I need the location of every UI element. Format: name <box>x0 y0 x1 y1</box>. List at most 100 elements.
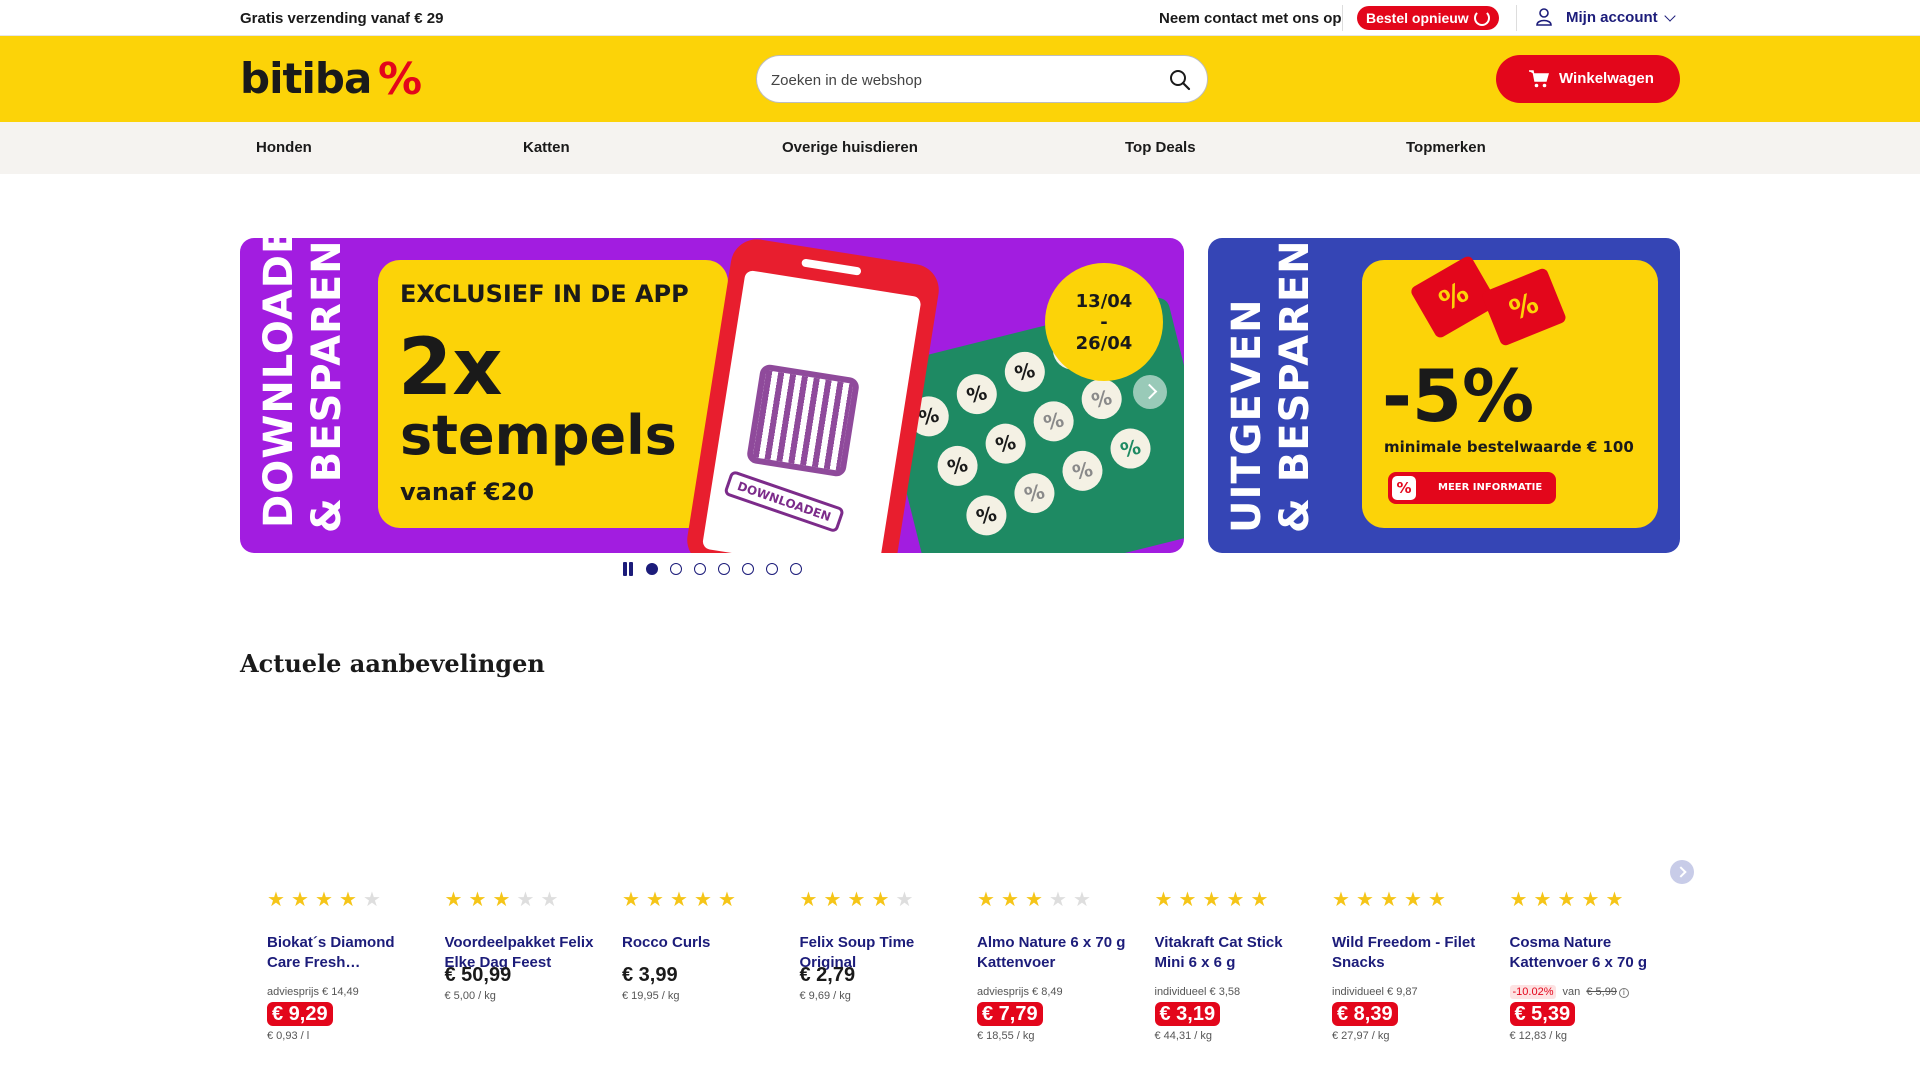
nav-item-honden[interactable]: Honden <box>256 139 312 156</box>
product-card[interactable]: ★ ★ ★ ★ ★ Felix Soup Time Original € 2,79 € 9,6… <box>800 700 964 1060</box>
reference-price: individueel € 9,87 <box>1332 986 1418 998</box>
more-info-button[interactable]: % MEER INFORMATIE <box>1388 472 1556 504</box>
star-icon: ★ <box>895 889 914 911</box>
product-name[interactable]: Cosma Nature Kattenvoer 6 x 70 g <box>1510 933 1660 973</box>
product-card[interactable]: ★ ★ ★ ★ ★ Voordeelpakket Felix Elke Dag Feest… <box>445 700 609 1060</box>
product-card[interactable]: ★ ★ ★ ★ ★ Wild Freedom - Filet Snacks individu… <box>1332 700 1496 1060</box>
percent-tag-icon: % <box>1480 267 1568 347</box>
cart-icon <box>1529 70 1549 88</box>
search-input[interactable] <box>771 69 1151 91</box>
star-icon: ★ <box>468 889 487 911</box>
banner-next-arrow-icon[interactable] <box>1133 375 1167 409</box>
unit-price: € 12,83 / kg <box>1509 1030 1568 1042</box>
star-icon: ★ <box>1605 889 1624 911</box>
star-icon: ★ <box>291 889 309 911</box>
star-icon: ★ <box>1250 889 1269 911</box>
sale-price-badge: € 5,39 <box>1509 1002 1576 1026</box>
product-card[interactable]: ★ ★ ★ ★ ★ Rocco Curls € 3,99 € 19,95 / kg <box>622 700 786 1060</box>
product-name[interactable]: Vitakraft Cat Stick Mini 6 x 6 g <box>1155 933 1305 973</box>
product-card[interactable]: ★ ★ ★ ★ ★ Almo Nature 6 x 70 g Kattenvoer advi… <box>977 700 1141 1060</box>
unit-price: € 27,97 / kg <box>1332 1030 1390 1042</box>
chevron-down-icon <box>1664 10 1676 22</box>
star-icon: ★ <box>1178 889 1197 911</box>
divider <box>1516 5 1517 31</box>
product-image[interactable] <box>1332 700 1496 880</box>
category-nav: Honden Katten Overige huisdieren Top Dea… <box>0 122 1920 174</box>
star-icon: ★ <box>1226 889 1245 911</box>
nav-item-topmerken[interactable]: Topmerken <box>1406 139 1486 156</box>
chevron-right-icon[interactable] <box>1670 860 1694 884</box>
sale-price-badge: € 8,39 <box>1332 1002 1398 1026</box>
search-icon[interactable] <box>1169 69 1191 91</box>
carousel-dot[interactable] <box>766 563 778 575</box>
banner-kicker: EXCLUSIEF IN DE APP <box>400 280 689 308</box>
qr-code-icon <box>745 363 861 478</box>
nav-item-top-deals[interactable]: Top Deals <box>1125 139 1196 156</box>
star-icon: ★ <box>1001 889 1019 911</box>
pause-icon[interactable] <box>622 562 634 576</box>
bitiba-logo[interactable]: bitiba % <box>240 54 422 105</box>
star-icon: ★ <box>315 889 333 911</box>
star-icon: ★ <box>718 889 736 911</box>
banner-side-text: UITGEVEN <box>1224 298 1270 533</box>
star-icon: ★ <box>622 889 640 911</box>
unit-price: € 0,93 / l <box>267 1030 310 1042</box>
reorder-button[interactable]: Bestel opnieuw <box>1357 6 1499 30</box>
carousel-dot[interactable] <box>742 563 754 575</box>
product-card[interactable]: ★ ★ ★ ★ ★ Cosma Nature Kattenvoer 6 x 70 g -10… <box>1509 700 1674 1060</box>
product-price: € 3,99 <box>622 964 678 986</box>
info-icon[interactable]: i <box>1618 988 1629 998</box>
product-image[interactable] <box>445 700 609 880</box>
nav-item-katten[interactable]: Katten <box>523 139 570 156</box>
product-image[interactable] <box>267 700 431 880</box>
product-image[interactable] <box>622 700 786 880</box>
star-icon: ★ <box>1581 889 1600 911</box>
star-icon: ★ <box>1202 889 1221 911</box>
stamp-token: % <box>1029 397 1078 446</box>
product-image[interactable] <box>1155 700 1319 880</box>
star-icon: ★ <box>1154 889 1173 911</box>
cart-button[interactable]: Winkelwagen <box>1496 55 1680 103</box>
product-image[interactable] <box>977 700 1141 880</box>
reference-price: -10.02% van € 5,99 i <box>1509 985 1629 999</box>
carousel-dot[interactable] <box>670 563 682 575</box>
star-icon: ★ <box>1073 889 1091 911</box>
star-icon: ★ <box>1533 889 1552 911</box>
price-tag-illustration: % % <box>1409 246 1568 356</box>
product-price: € 2,79 <box>799 964 856 986</box>
product-name[interactable]: Rocco Curls <box>622 933 772 953</box>
star-icon: ★ <box>1509 889 1528 911</box>
nav-item-overige-huisdieren[interactable]: Overige huisdieren <box>782 139 918 156</box>
banner-headline-2: stempels <box>400 404 677 467</box>
more-info-label: MEER INFORMATIE <box>1438 482 1543 493</box>
contact-link[interactable]: Neem contact met ons op <box>1159 10 1342 27</box>
star-icon: ★ <box>646 889 664 911</box>
banner-subline: vanaf €20 <box>400 478 535 506</box>
product-card[interactable]: ★ ★ ★ ★ ★ Biokat´s Diamond Care Fresh… adviesp… <box>267 700 431 1060</box>
carousel-dot[interactable] <box>694 563 706 575</box>
sale-price-badge: € 9,29 <box>267 1002 333 1026</box>
product-card[interactable]: ★ ★ ★ ★ ★ Vitakraft Cat Stick Mini 6 x 6 g ind… <box>1154 700 1319 1060</box>
product-name[interactable]: Almo Nature 6 x 70 g Kattenvoer <box>977 933 1127 973</box>
date-badge: 13/04 - 26/04 <box>1045 263 1163 381</box>
carousel-dot[interactable] <box>790 563 802 575</box>
product-name[interactable]: Biokat´s Diamond Care Fresh… <box>267 933 417 973</box>
product-image[interactable] <box>800 700 964 880</box>
stamp-token: % <box>981 419 1030 468</box>
unit-price: € 18,55 / kg <box>977 1030 1035 1042</box>
stamp-token: % <box>1058 446 1107 496</box>
spend-save-banner[interactable]: UITGEVEN & BESPAREN % % -5% minimale bes… <box>1208 238 1680 553</box>
carousel-dot[interactable] <box>718 563 730 575</box>
star-icon: ★ <box>823 889 842 911</box>
star-icon: ★ <box>1025 889 1043 911</box>
carousel-dot[interactable] <box>646 563 658 575</box>
stamp-token: % <box>1010 468 1059 518</box>
free-shipping-notice: Gratis verzending vanaf € 29 <box>240 10 444 27</box>
star-icon: ★ <box>1404 889 1422 911</box>
star-icon: ★ <box>267 889 285 911</box>
product-name[interactable]: Wild Freedom - Filet Snacks <box>1332 933 1482 973</box>
header: bitiba % Winkelwagen <box>0 36 1920 122</box>
star-icon: ★ <box>871 889 890 911</box>
app-promo-banner[interactable]: DOWNLOADEN & BESPAREN EXCLUSIEF IN DE AP… <box>240 238 1184 553</box>
product-image[interactable] <box>1510 700 1674 880</box>
